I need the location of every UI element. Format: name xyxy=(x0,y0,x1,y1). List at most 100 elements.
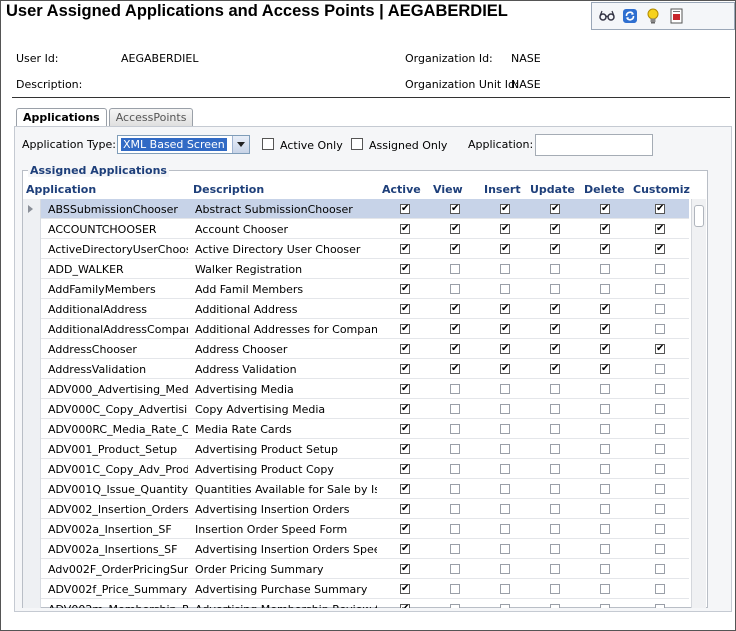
insert-checkbox[interactable] xyxy=(500,564,510,574)
active-checkbox[interactable]: ✔ xyxy=(400,484,410,494)
active-checkbox[interactable]: ✔ xyxy=(400,344,410,354)
delete-checkbox[interactable]: ✔ xyxy=(600,324,610,334)
customize-checkbox[interactable] xyxy=(655,524,665,534)
row-selector[interactable] xyxy=(23,339,41,359)
update-checkbox[interactable] xyxy=(550,504,560,514)
delete-checkbox[interactable]: ✔ xyxy=(600,204,610,214)
view-checkbox[interactable] xyxy=(450,584,460,594)
update-checkbox[interactable] xyxy=(550,404,560,414)
view-checkbox[interactable] xyxy=(450,504,460,514)
table-row[interactable]: ADV001_Product_Setup Advertising Product … xyxy=(23,439,689,459)
active-checkbox[interactable]: ✔ xyxy=(400,584,410,594)
table-row[interactable]: ADD_WALKER Walker Registration ✔ xyxy=(23,259,689,279)
update-checkbox[interactable]: ✔ xyxy=(550,344,560,354)
insert-checkbox[interactable] xyxy=(500,404,510,414)
update-checkbox[interactable]: ✔ xyxy=(550,204,560,214)
view-checkbox[interactable]: ✔ xyxy=(450,244,460,254)
column-header-customize[interactable]: Customiz xyxy=(633,183,690,196)
customize-checkbox[interactable] xyxy=(655,364,665,374)
insert-checkbox[interactable] xyxy=(500,504,510,514)
row-selector[interactable] xyxy=(23,299,41,319)
refresh-icon[interactable] xyxy=(621,7,639,25)
customize-checkbox[interactable] xyxy=(655,564,665,574)
insert-checkbox[interactable]: ✔ xyxy=(500,324,510,334)
assigned-only-checkbox[interactable] xyxy=(351,138,363,150)
update-checkbox[interactable] xyxy=(550,444,560,454)
delete-checkbox[interactable]: ✔ xyxy=(600,244,610,254)
view-checkbox[interactable]: ✔ xyxy=(450,224,460,234)
delete-checkbox[interactable] xyxy=(600,404,610,414)
customize-checkbox[interactable] xyxy=(655,264,665,274)
update-checkbox[interactable] xyxy=(550,284,560,294)
update-checkbox[interactable]: ✔ xyxy=(550,364,560,374)
delete-checkbox[interactable] xyxy=(600,604,610,608)
insert-checkbox[interactable] xyxy=(500,264,510,274)
update-checkbox[interactable] xyxy=(550,584,560,594)
column-header-insert[interactable]: Insert xyxy=(484,183,521,196)
customize-checkbox[interactable] xyxy=(655,444,665,454)
row-selector[interactable] xyxy=(23,399,41,419)
row-selector[interactable] xyxy=(23,459,41,479)
row-selector[interactable] xyxy=(23,279,41,299)
customize-checkbox[interactable] xyxy=(655,584,665,594)
row-selector[interactable] xyxy=(23,519,41,539)
update-checkbox[interactable]: ✔ xyxy=(550,304,560,314)
insert-checkbox[interactable] xyxy=(500,604,510,608)
table-row[interactable]: Adv002F_OrderPricingSumm Order Pricing Su… xyxy=(23,559,689,579)
view-checkbox[interactable] xyxy=(450,464,460,474)
insert-checkbox[interactable] xyxy=(500,444,510,454)
column-header-view[interactable]: View xyxy=(433,183,463,196)
delete-checkbox[interactable]: ✔ xyxy=(600,304,610,314)
delete-checkbox[interactable] xyxy=(600,464,610,474)
update-checkbox[interactable]: ✔ xyxy=(550,224,560,234)
delete-checkbox[interactable] xyxy=(600,584,610,594)
grid-scrollbar[interactable] xyxy=(691,199,706,608)
table-row[interactable]: ActiveDirectoryUserChooser Active Directo… xyxy=(23,239,689,259)
delete-checkbox[interactable] xyxy=(600,424,610,434)
insert-checkbox[interactable] xyxy=(500,384,510,394)
view-checkbox[interactable] xyxy=(450,444,460,454)
table-row[interactable]: ABSSubmissionChooser Abstract SubmissionC… xyxy=(23,199,689,219)
application-search-input[interactable] xyxy=(535,134,653,156)
view-checkbox[interactable] xyxy=(450,524,460,534)
insert-checkbox[interactable]: ✔ xyxy=(500,344,510,354)
customize-checkbox[interactable] xyxy=(655,304,665,314)
row-selector[interactable] xyxy=(23,419,41,439)
table-row[interactable]: ACCOUNTCHOOSER Account Chooser ✔ ✔ ✔ ✔ ✔ ✔ xyxy=(23,219,689,239)
delete-checkbox[interactable] xyxy=(600,484,610,494)
delete-checkbox[interactable]: ✔ xyxy=(600,364,610,374)
update-checkbox[interactable] xyxy=(550,264,560,274)
active-checkbox[interactable]: ✔ xyxy=(400,404,410,414)
insert-checkbox[interactable]: ✔ xyxy=(500,204,510,214)
delete-checkbox[interactable]: ✔ xyxy=(600,224,610,234)
view-checkbox[interactable]: ✔ xyxy=(450,204,460,214)
insert-checkbox[interactable] xyxy=(500,524,510,534)
view-checkbox[interactable] xyxy=(450,424,460,434)
customize-checkbox[interactable] xyxy=(655,544,665,554)
insert-checkbox[interactable]: ✔ xyxy=(500,244,510,254)
table-row[interactable]: ADV001C_Copy_Adv_Produ Advertising Produc… xyxy=(23,459,689,479)
table-row[interactable]: ADV001Q_Issue_Quantity Quantities Availab… xyxy=(23,479,689,499)
update-checkbox[interactable] xyxy=(550,524,560,534)
active-checkbox[interactable]: ✔ xyxy=(400,264,410,274)
table-row[interactable]: ADV000_Advertising_Media Advertising Medi… xyxy=(23,379,689,399)
row-selector[interactable] xyxy=(23,319,41,339)
active-checkbox[interactable]: ✔ xyxy=(400,204,410,214)
update-checkbox[interactable] xyxy=(550,464,560,474)
insert-checkbox[interactable] xyxy=(500,484,510,494)
delete-checkbox[interactable] xyxy=(600,264,610,274)
customize-checkbox[interactable] xyxy=(655,324,665,334)
view-checkbox[interactable] xyxy=(450,264,460,274)
active-checkbox[interactable]: ✔ xyxy=(400,324,410,334)
view-checkbox[interactable] xyxy=(450,284,460,294)
delete-checkbox[interactable] xyxy=(600,284,610,294)
table-row[interactable]: ADV002_Insertion_Orders Advertising Inser… xyxy=(23,499,689,519)
table-row[interactable]: ADV000RC_Media_Rate_Car Media Rate Cards ✔ xyxy=(23,419,689,439)
column-header-update[interactable]: Update xyxy=(530,183,575,196)
view-checkbox[interactable]: ✔ xyxy=(450,364,460,374)
table-row[interactable]: AdditionalAddressCompany Additional Addre… xyxy=(23,319,689,339)
insert-checkbox[interactable] xyxy=(500,284,510,294)
grid-scrollbar-thumb[interactable] xyxy=(694,205,704,227)
insert-checkbox[interactable] xyxy=(500,584,510,594)
update-checkbox[interactable]: ✔ xyxy=(550,244,560,254)
